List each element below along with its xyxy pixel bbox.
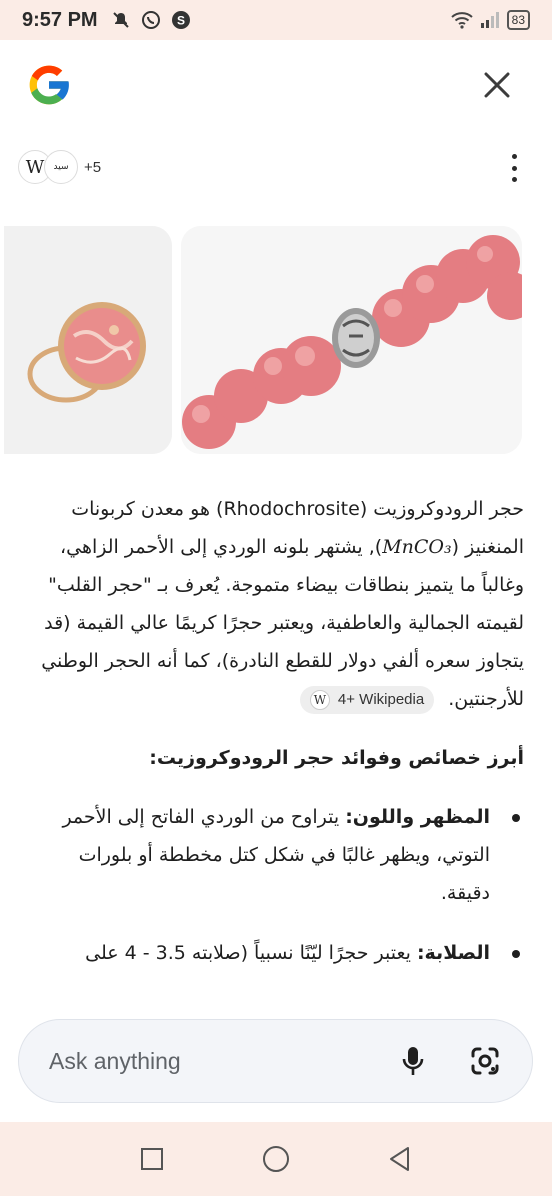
battery-icon: 83 [506, 10, 530, 30]
google-logo [29, 65, 70, 105]
arabic-site-source-icon[interactable]: سيد [44, 150, 78, 184]
answer-paragraph: حجر الرودوكروزيت (Rhodochrosite) هو معدن… [30, 490, 524, 718]
system-nav-bar [0, 1122, 552, 1196]
image-carousel[interactable] [4, 226, 522, 454]
ring-image[interactable] [4, 226, 172, 454]
top-bar [0, 40, 552, 135]
status-time: 9:57 PM [22, 8, 98, 31]
list-item: المظهر واللون: يتراوح من الوردي الفاتح إ… [30, 798, 520, 912]
properties-list: المظهر واللون: يتراوح من الوردي الفاتح إ… [30, 798, 524, 972]
home-button[interactable] [261, 1144, 291, 1174]
bead-necklace-image[interactable] [181, 226, 522, 454]
signal-icon [479, 9, 501, 31]
formula: MnCO₃ [382, 536, 452, 558]
ask-bar[interactable]: Ask anything [18, 1019, 533, 1103]
google-lens-icon[interactable] [468, 1044, 502, 1078]
close-icon[interactable] [482, 70, 512, 100]
ask-input[interactable]: Ask anything [49, 1048, 358, 1075]
ai-answer: حجر الرودوكروزيت (Rhodochrosite) هو معدن… [30, 490, 524, 994]
app-s-icon: S [170, 9, 192, 31]
more-sources-count[interactable]: +5 [84, 159, 101, 176]
back-button[interactable] [385, 1144, 415, 1174]
recents-button[interactable] [137, 1144, 167, 1174]
source-chips[interactable]: W سيد +5 [18, 150, 101, 184]
microphone-icon[interactable] [396, 1044, 430, 1078]
list-item: الصلابة: يعتبر حجرًا ليّنًا نسبياً (صلاب… [30, 934, 520, 972]
svg-text:S: S [177, 14, 185, 28]
wikipedia-icon: W [309, 689, 330, 710]
content-fade [0, 990, 552, 1020]
answer-heading: أبرز خصائص وفوائد حجر الرودوكروزيت: [149, 747, 524, 769]
mute-icon [110, 9, 132, 31]
status-bar: 9:57 PM S 83 [0, 0, 552, 40]
wikipedia-citation-chip[interactable]: W 4+ Wikipedia [299, 685, 435, 714]
whatsapp-icon [140, 9, 162, 31]
more-options-icon[interactable] [508, 154, 520, 182]
wifi-icon [450, 9, 473, 31]
